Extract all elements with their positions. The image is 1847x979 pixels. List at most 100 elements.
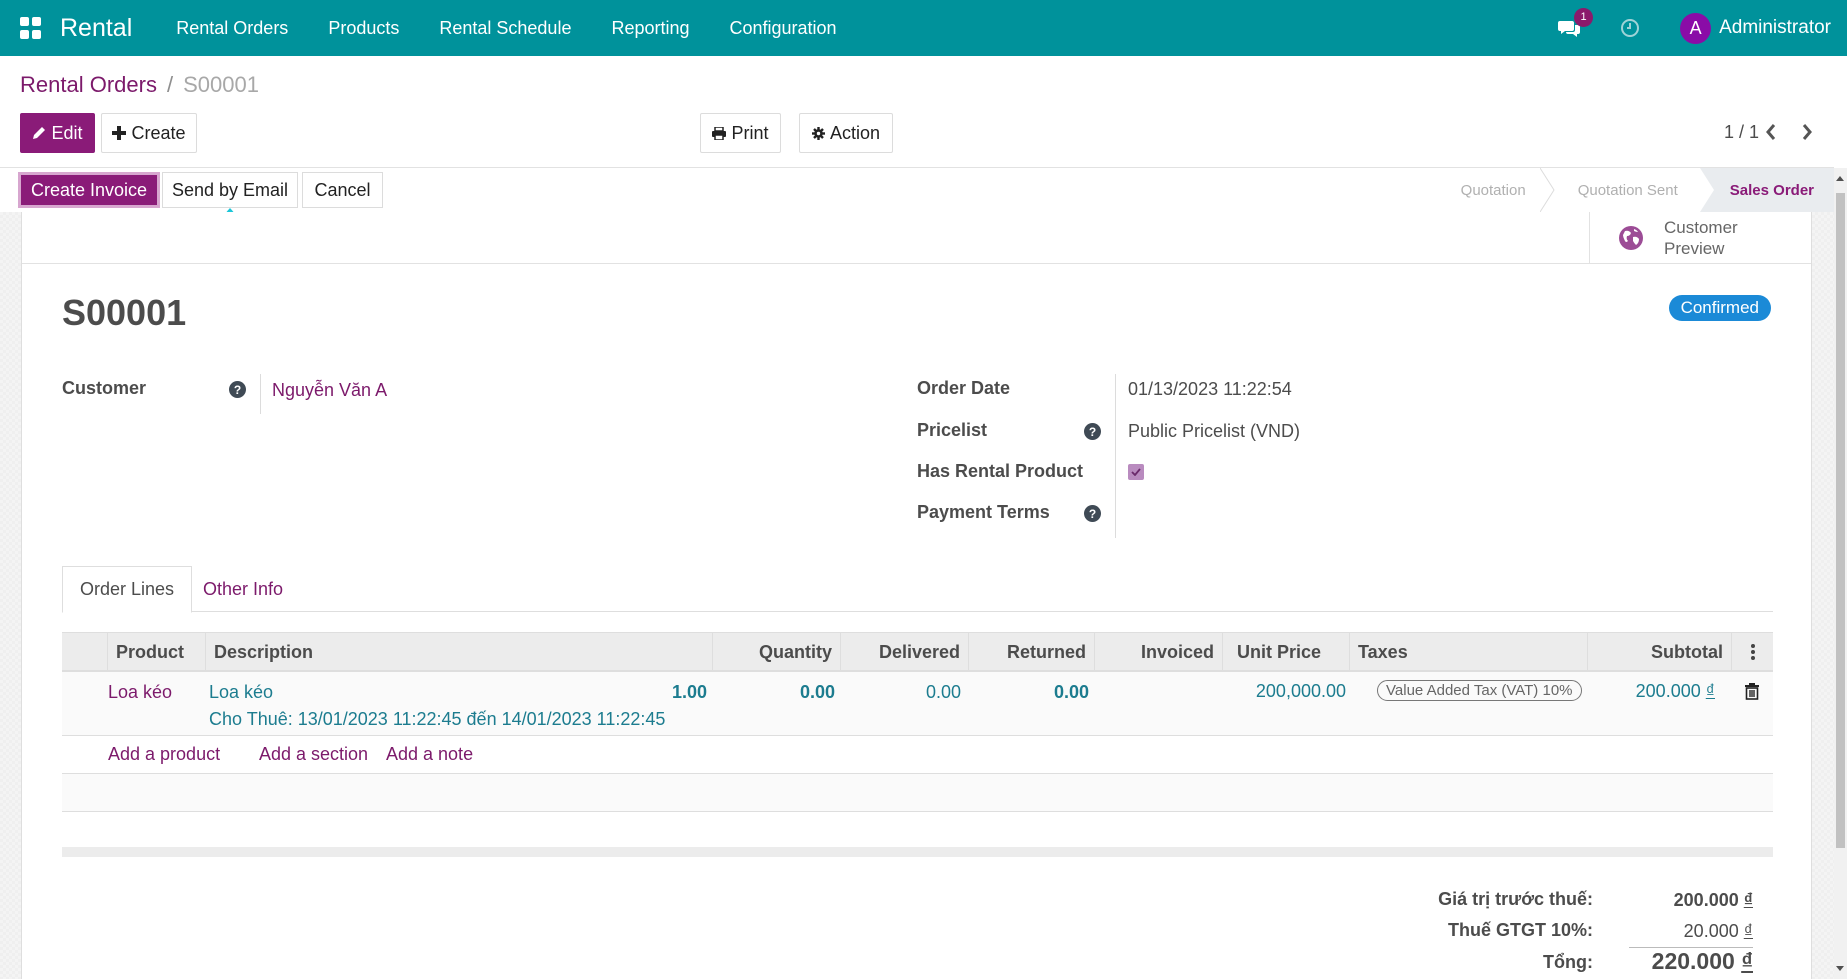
column-quantity[interactable]: Quantity xyxy=(713,633,841,671)
column-returned[interactable]: Returned xyxy=(969,633,1095,671)
row-invoiced[interactable]: 0.00 xyxy=(1054,682,1089,703)
row-delivered[interactable]: 0.00 xyxy=(800,682,835,703)
user-avatar[interactable]: A xyxy=(1680,12,1712,44)
row-product[interactable]: Loa kéo xyxy=(108,682,172,703)
scroll-down-arrow-icon[interactable] xyxy=(1836,966,1844,971)
menu-products[interactable]: Products xyxy=(328,18,399,39)
menu-reporting[interactable]: Reporting xyxy=(611,18,689,39)
action-button[interactable]: Action xyxy=(799,113,893,153)
column-description[interactable]: Description xyxy=(206,633,713,671)
add-note-link[interactable]: Add a note xyxy=(386,744,473,765)
send-by-email-button[interactable]: Send by Email xyxy=(162,172,298,208)
apps-menu-icon[interactable] xyxy=(20,17,42,39)
customer-label: Customer xyxy=(62,378,147,398)
row-subtotal-value: 200.000 xyxy=(1635,681,1701,701)
empty-row xyxy=(62,774,1773,812)
pricelist-field[interactable]: Public Pricelist (VND) xyxy=(1128,421,1300,442)
order-lines-table: Product Description Quantity Delivered R… xyxy=(62,632,1773,812)
row-subtotal: 200.000 ₫ xyxy=(1636,681,1715,702)
column-unit-price[interactable]: Unit Price xyxy=(1223,633,1350,671)
pager-next-button[interactable] xyxy=(1796,120,1818,144)
row-returned[interactable]: 0.00 xyxy=(926,682,961,703)
stage-sales-order[interactable]: Sales Order xyxy=(1699,168,1834,212)
checkmark-icon xyxy=(1131,468,1141,476)
create-button[interactable]: Create xyxy=(101,113,197,153)
status-badge: Confirmed xyxy=(1668,295,1771,321)
column-invoiced[interactable]: Invoiced xyxy=(1095,633,1223,671)
column-delivered[interactable]: Delivered xyxy=(841,633,969,671)
status-bar: Create Invoice Send by Email Cancel Quot… xyxy=(0,168,1834,212)
trash-icon xyxy=(1745,683,1759,700)
stage-quotation-label: Quotation xyxy=(1460,181,1526,199)
menu-configuration[interactable]: Configuration xyxy=(730,18,837,39)
pager-previous-button[interactable] xyxy=(1760,120,1782,144)
edit-button[interactable]: Edit xyxy=(20,113,95,153)
menu-rental-schedule[interactable]: Rental Schedule xyxy=(439,18,571,39)
add-section-link[interactable]: Add a section xyxy=(259,744,368,765)
column-subtotal[interactable]: Subtotal xyxy=(1588,633,1732,671)
gear-icon xyxy=(811,126,825,140)
pricelist-label: Pricelist xyxy=(917,420,988,440)
untaxed-amount-currency: ₫ xyxy=(1743,890,1753,910)
untaxed-amount-value: 200.000 ₫ xyxy=(1593,890,1753,911)
customer-field[interactable]: Nguyễn Văn A xyxy=(272,380,387,401)
pager-value[interactable]: 1 / 1 xyxy=(1724,122,1759,143)
total-amount-number: 220.000 xyxy=(1651,948,1735,974)
top-navbar: Rental Rental Orders Products Rental Sch… xyxy=(0,0,1847,56)
payment-terms-help-icon[interactable]: ? xyxy=(1084,505,1101,522)
create-invoice-button[interactable]: Create Invoice xyxy=(18,172,160,208)
chevron-left-icon xyxy=(1766,124,1776,140)
column-handle xyxy=(62,633,108,671)
tab-order-lines[interactable]: Order Lines xyxy=(62,566,193,613)
activity-clock-icon[interactable] xyxy=(1620,18,1640,38)
total-amount-label: Tổng: xyxy=(1543,952,1593,972)
chevron-right-icon xyxy=(1802,124,1812,140)
untaxed-amount-number: 200.000 xyxy=(1673,890,1739,910)
notebook-tabs: Order Lines Other Info xyxy=(62,566,1773,613)
column-product[interactable]: Product xyxy=(108,633,206,671)
cancel-button[interactable]: Cancel xyxy=(302,172,383,208)
scroll-up-arrow-icon[interactable] xyxy=(1836,176,1844,181)
row-description-line1[interactable]: Loa kéo xyxy=(209,682,273,703)
table-header: Product Description Quantity Delivered R… xyxy=(62,632,1773,672)
table-row[interactable]: Loa kéo Loa kéo Cho Thuê: 13/01/2023 11:… xyxy=(62,672,1773,736)
breadcrumb-separator: / xyxy=(166,72,174,97)
globe-icon xyxy=(1619,226,1643,250)
user-menu[interactable]: Administrator xyxy=(1719,17,1831,39)
row-unit-price[interactable]: 200,000.00 xyxy=(1256,681,1346,702)
scrollbar-thumb[interactable] xyxy=(1836,193,1845,848)
action-label: Action xyxy=(829,122,881,143)
app-name[interactable]: Rental xyxy=(60,14,132,43)
column-taxes[interactable]: Taxes xyxy=(1350,633,1588,671)
tab-other-info[interactable]: Other Info xyxy=(186,566,300,612)
stage-sales-order-label: Sales Order xyxy=(1729,181,1814,199)
record-title: S00001 xyxy=(62,292,187,333)
menu-rental-orders[interactable]: Rental Orders xyxy=(176,18,288,39)
order-date-field[interactable]: 01/13/2023 11:22:54 xyxy=(1128,379,1292,400)
add-product-link[interactable]: Add a product xyxy=(108,744,220,765)
edit-label: Edit xyxy=(51,122,83,143)
messages-icon[interactable]: 1 xyxy=(1558,8,1594,38)
pricelist-help-icon[interactable]: ? xyxy=(1084,423,1101,440)
row-description-line2[interactable]: Cho Thuê: 13/01/2023 11:22:45 đến 14/01/… xyxy=(209,709,665,730)
customer-preview-button[interactable]: Customer Preview xyxy=(1589,212,1811,264)
stage-quotation[interactable]: Quotation xyxy=(1431,168,1555,212)
total-amount-value: 220.000 ₫ xyxy=(1593,948,1753,975)
column-options[interactable] xyxy=(1732,633,1773,671)
delete-row-button[interactable] xyxy=(1745,683,1759,705)
has-rental-product-label: Has Rental Product xyxy=(917,461,1084,481)
stage-quotation-sent[interactable]: Quotation Sent xyxy=(1548,168,1700,212)
print-button[interactable]: Print xyxy=(700,113,781,153)
breadcrumb-rental-orders[interactable]: Rental Orders xyxy=(20,72,157,98)
stage-quotation-sent-label: Quotation Sent xyxy=(1577,181,1678,199)
has-rental-product-checkbox[interactable] xyxy=(1128,464,1144,480)
row-quantity[interactable]: 1.00 xyxy=(672,682,707,703)
plus-icon xyxy=(112,126,127,140)
breadcrumb-current: S00001 xyxy=(183,72,259,97)
row-subtotal-currency: ₫ xyxy=(1705,681,1715,701)
row-tax-tag[interactable]: Value Added Tax (VAT) 10% xyxy=(1377,680,1582,701)
vertical-scrollbar[interactable] xyxy=(1834,168,1847,979)
order-date-label: Order Date xyxy=(917,378,1011,398)
table-footer xyxy=(62,847,1773,857)
customer-help-icon[interactable]: ? xyxy=(229,381,246,398)
